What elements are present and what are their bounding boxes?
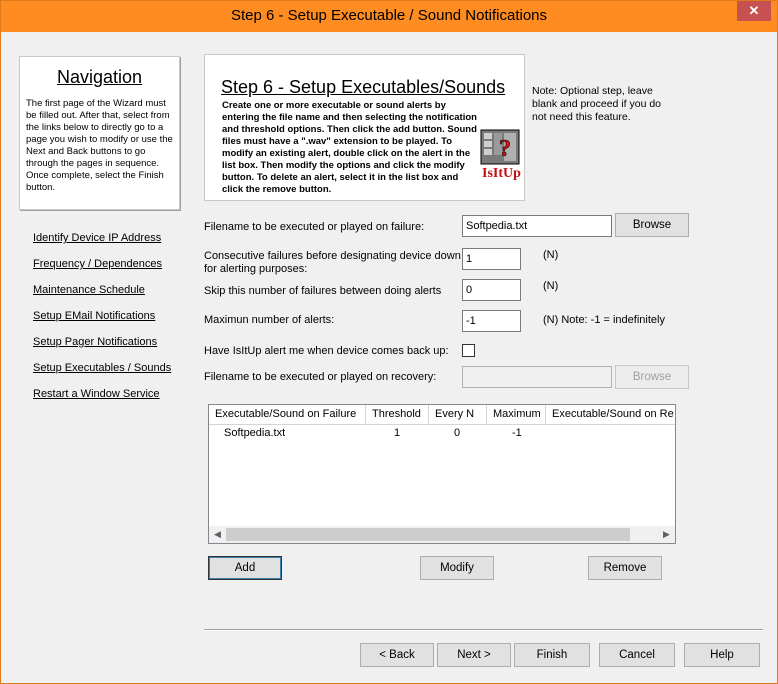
row-file: Softpedia.txt (224, 427, 286, 439)
skip-label: Skip this number of failures between doi… (204, 285, 442, 297)
remove-button[interactable]: Remove (588, 556, 662, 580)
column-header-threshold[interactable]: Threshold (366, 405, 429, 425)
optional-note: Note: Optional step, leave blank and pro… (532, 85, 662, 123)
finish-button[interactable]: Finish (514, 643, 590, 667)
nav-link-identify-device[interactable]: Identify Device IP Address (33, 232, 161, 244)
nav-link-executables[interactable]: Setup Executables / Sounds (33, 362, 171, 374)
isitup-logo: ? IsItUp (479, 128, 521, 186)
row-threshold: 1 (394, 427, 401, 439)
back-up-checkbox[interactable] (462, 344, 475, 357)
column-header-maximum[interactable]: Maximum (487, 405, 546, 425)
close-icon: ✕ (748, 3, 760, 18)
scroll-left-icon[interactable]: ◀ (209, 526, 226, 543)
table-row[interactable]: Softpedia.txt 1 0 -1 (209, 426, 675, 442)
max-alerts-input[interactable]: -1 (462, 310, 521, 332)
failure-file-input[interactable]: Softpedia.txt (462, 215, 612, 237)
cancel-button[interactable]: Cancel (599, 643, 675, 667)
column-header-every-n[interactable]: Every N (429, 405, 487, 425)
recovery-file-label: Filename to be executed or played on rec… (204, 371, 437, 383)
row-every-n: 0 (454, 427, 461, 439)
consecutive-label-line2: for alerting purposes: (204, 263, 308, 275)
failure-file-label: Filename to be executed or played on fai… (204, 221, 425, 233)
row-maximum: -1 (512, 427, 522, 439)
navigation-description: The first page of the Wizard must be fil… (26, 98, 173, 193)
wizard-window: Step 6 - Setup Executable / Sound Notifi… (0, 0, 778, 684)
alerts-list-header: Executable/Sound on Failure Threshold Ev… (209, 405, 675, 425)
step-banner: Step 6 - Setup Executables/Sounds Create… (204, 54, 525, 201)
step-instructions: Create one or more executable or sound a… (222, 100, 477, 195)
close-button[interactable]: ✕ (737, 1, 771, 21)
browse-recovery-button[interactable]: Browse (615, 365, 689, 389)
back-button[interactable]: < Back (360, 643, 434, 667)
window-title: Step 6 - Setup Executable / Sound Notifi… (230, 7, 548, 24)
step-title: Step 6 - Setup Executables/Sounds (221, 77, 506, 97)
logo-text: IsItUp (482, 166, 521, 181)
nav-link-email[interactable]: Setup EMail Notifications (33, 310, 155, 322)
max-alerts-unit: (N) Note: -1 = indefinitely (543, 314, 665, 326)
help-button[interactable]: Help (684, 643, 760, 667)
consecutive-input[interactable]: 1 (462, 248, 521, 270)
back-up-label: Have IsItUp alert me when device comes b… (204, 345, 449, 357)
navigation-title: Navigation (56, 67, 143, 87)
next-button[interactable]: Next > (437, 643, 511, 667)
nav-link-pager[interactable]: Setup Pager Notifications (33, 336, 157, 348)
svg-text:?: ? (499, 136, 511, 162)
skip-input[interactable]: 0 (462, 279, 521, 301)
skip-unit: (N) (543, 280, 559, 292)
footer-separator (204, 629, 763, 631)
nav-link-maintenance[interactable]: Maintenance Schedule (33, 284, 145, 296)
horizontal-scrollbar[interactable]: ◀ ▶ (209, 526, 675, 543)
scroll-right-icon[interactable]: ▶ (658, 526, 675, 543)
title-bar[interactable]: Step 6 - Setup Executable / Sound Notifi… (1, 1, 777, 32)
nav-link-frequency[interactable]: Frequency / Dependences (33, 258, 162, 270)
column-header-recovery[interactable]: Executable/Sound on Re (546, 405, 677, 425)
alerts-list[interactable]: Executable/Sound on Failure Threshold Ev… (208, 404, 676, 544)
nav-link-restart-service[interactable]: Restart a Window Service (33, 388, 160, 400)
column-header-file[interactable]: Executable/Sound on Failure (209, 405, 366, 425)
navigation-panel: Navigation The first page of the Wizard … (19, 56, 180, 210)
modify-button[interactable]: Modify (420, 556, 494, 580)
add-button[interactable]: Add (208, 556, 282, 580)
consecutive-unit: (N) (543, 249, 559, 261)
max-alerts-label: Maximun number of alerts: (204, 314, 335, 326)
browse-failure-button[interactable]: Browse (615, 213, 689, 237)
consecutive-label-line1: Consecutive failures before designating … (204, 250, 461, 262)
recovery-file-input[interactable] (462, 366, 612, 388)
scrollbar-thumb[interactable] (226, 528, 630, 541)
